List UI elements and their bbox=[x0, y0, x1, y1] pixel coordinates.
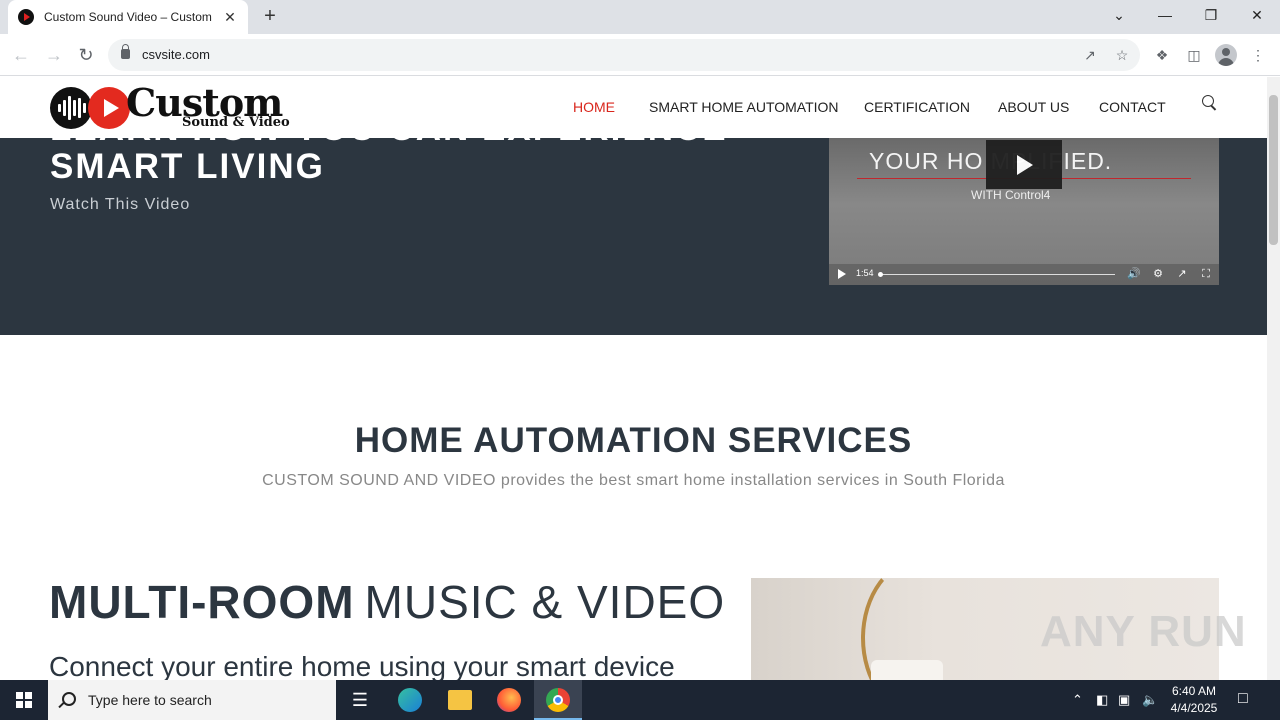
volume-icon[interactable]: 🔊 bbox=[1127, 267, 1141, 281]
system-clock[interactable]: 6:40 AM 4/4/2025 bbox=[1160, 683, 1228, 717]
page-scrollbar[interactable] bbox=[1267, 77, 1280, 680]
taskbar-search[interactable]: Type here to search bbox=[48, 680, 336, 720]
menu-kebab-icon[interactable]: ⋮ bbox=[1248, 45, 1268, 65]
windows-logo-icon bbox=[16, 692, 32, 708]
site-header: Custom Sound & Video HOME SMART HOME AUT… bbox=[0, 77, 1267, 138]
video-duration: 1:54 bbox=[856, 268, 874, 278]
scrollbar-thumb[interactable] bbox=[1269, 95, 1278, 245]
multiroom-title-light: MUSIC & VIDEO bbox=[364, 576, 726, 628]
anyrun-watermark: ANY RUN bbox=[1040, 607, 1247, 656]
video-play-button[interactable] bbox=[986, 140, 1062, 189]
task-view-icon[interactable]: ☰ bbox=[348, 688, 372, 712]
lock-icon[interactable] bbox=[121, 44, 130, 59]
start-button[interactable] bbox=[0, 680, 48, 720]
settings-gear-icon[interactable]: ⚙ bbox=[1151, 267, 1165, 281]
firefox-icon[interactable] bbox=[497, 688, 521, 712]
browser-toolbar: ← → ↻ csvsite.com ↗ ☆ ❖ ◫ ⋮ bbox=[0, 34, 1280, 76]
browser-tab[interactable]: Custom Sound Video – Custom ✕ bbox=[8, 0, 248, 34]
services-subtitle: CUSTOM SOUND AND VIDEO provides the best… bbox=[262, 472, 1005, 489]
tray-chevron-icon[interactable]: ⌃ bbox=[1072, 692, 1083, 708]
chrome-taskbar-button[interactable] bbox=[534, 680, 582, 720]
nav-contact[interactable]: CONTACT bbox=[1099, 99, 1166, 115]
back-arrow-icon[interactable]: ← bbox=[9, 43, 33, 67]
notifications-icon[interactable]: □ bbox=[1238, 690, 1248, 708]
extensions-puzzle-icon[interactable]: ❖ bbox=[1152, 45, 1172, 65]
side-panel-icon[interactable]: ◫ bbox=[1184, 45, 1204, 65]
tab-search-button[interactable]: ⌄ bbox=[1096, 0, 1142, 30]
profile-avatar-icon[interactable] bbox=[1215, 44, 1237, 66]
chrome-icon bbox=[546, 688, 570, 712]
file-explorer-icon[interactable] bbox=[448, 690, 472, 710]
volume-icon[interactable]: 🔈 bbox=[1142, 692, 1158, 708]
nav-smart-home-automation[interactable]: SMART HOME AUTOMATION bbox=[649, 99, 839, 115]
network-icon[interactable]: ▣ bbox=[1118, 692, 1130, 708]
clock-date: 4/4/2025 bbox=[1170, 701, 1218, 715]
minimize-button[interactable]: — bbox=[1142, 0, 1188, 30]
taskbar-search-placeholder: Type here to search bbox=[88, 692, 212, 708]
video-controls: 1:54 🔊 ⚙ ↗ ⛶ bbox=[829, 264, 1219, 285]
page-viewport: LEARN HOW YOU CAN EXPERIENCE SMART LIVIN… bbox=[0, 77, 1267, 680]
services-title: HOME AUTOMATION SERVICES bbox=[354, 421, 913, 460]
tab-title: Custom Sound Video – Custom bbox=[44, 10, 212, 24]
restore-button[interactable]: ❐ bbox=[1188, 0, 1234, 30]
search-icon[interactable] bbox=[1202, 95, 1218, 111]
search-icon bbox=[62, 692, 76, 706]
video-progress-track[interactable] bbox=[879, 274, 1115, 275]
windows-taskbar: Type here to search ☰ ⌃ ◧ ▣ 🔈 6:40 AM 4/… bbox=[0, 680, 1280, 720]
url-text[interactable]: csvsite.com bbox=[142, 47, 210, 62]
video-brand: WITH Control4 bbox=[971, 188, 1051, 202]
address-bar[interactable]: csvsite.com ↗ ☆ bbox=[108, 39, 1140, 71]
nav-certification[interactable]: CERTIFICATION bbox=[864, 99, 970, 115]
hero-section: LEARN HOW YOU CAN EXPERIENCE SMART LIVIN… bbox=[0, 138, 1267, 335]
forward-arrow-icon[interactable]: → bbox=[42, 43, 66, 67]
video-player[interactable]: YOUR HO MPLIFIED. WITH Control4 1:54 🔊 ⚙… bbox=[829, 138, 1219, 285]
tab-close-icon[interactable]: ✕ bbox=[222, 9, 238, 26]
browser-tab-bar: Custom Sound Video – Custom ✕ + ⌄ — ❐ ✕ bbox=[0, 0, 1280, 34]
share-icon[interactable]: ↗ bbox=[1175, 267, 1189, 281]
meet-now-icon[interactable]: ◧ bbox=[1096, 692, 1108, 708]
hero-subtitle[interactable]: Watch This Video bbox=[50, 196, 190, 214]
clock-time: 6:40 AM bbox=[1171, 684, 1217, 698]
close-window-button[interactable]: ✕ bbox=[1234, 0, 1280, 30]
multiroom-title: MULTI-ROOM MUSIC & VIDEO bbox=[49, 575, 725, 629]
multiroom-text: Connect your entire home using your smar… bbox=[49, 651, 675, 680]
fullscreen-icon[interactable]: ⛶ bbox=[1199, 267, 1213, 281]
site-favicon-icon bbox=[18, 9, 34, 25]
new-tab-button[interactable]: + bbox=[258, 5, 282, 29]
share-icon[interactable]: ↗ bbox=[1081, 46, 1099, 64]
nav-home[interactable]: HOME bbox=[573, 99, 615, 115]
play-icon[interactable] bbox=[838, 269, 846, 279]
video-progress-handle[interactable] bbox=[878, 272, 883, 277]
reload-icon[interactable]: ↻ bbox=[74, 43, 98, 67]
hero-title: LEARN HOW YOU CAN EXPERIENCE SMART LIVIN… bbox=[50, 138, 726, 186]
edge-browser-icon[interactable] bbox=[398, 688, 422, 712]
bookmark-star-icon[interactable]: ☆ bbox=[1113, 46, 1131, 64]
nav-about-us[interactable]: ABOUT US bbox=[998, 99, 1069, 115]
multiroom-title-bold: MULTI-ROOM bbox=[49, 576, 355, 628]
main-nav: HOME SMART HOME AUTOMATION CERTIFICATION… bbox=[0, 99, 1267, 119]
